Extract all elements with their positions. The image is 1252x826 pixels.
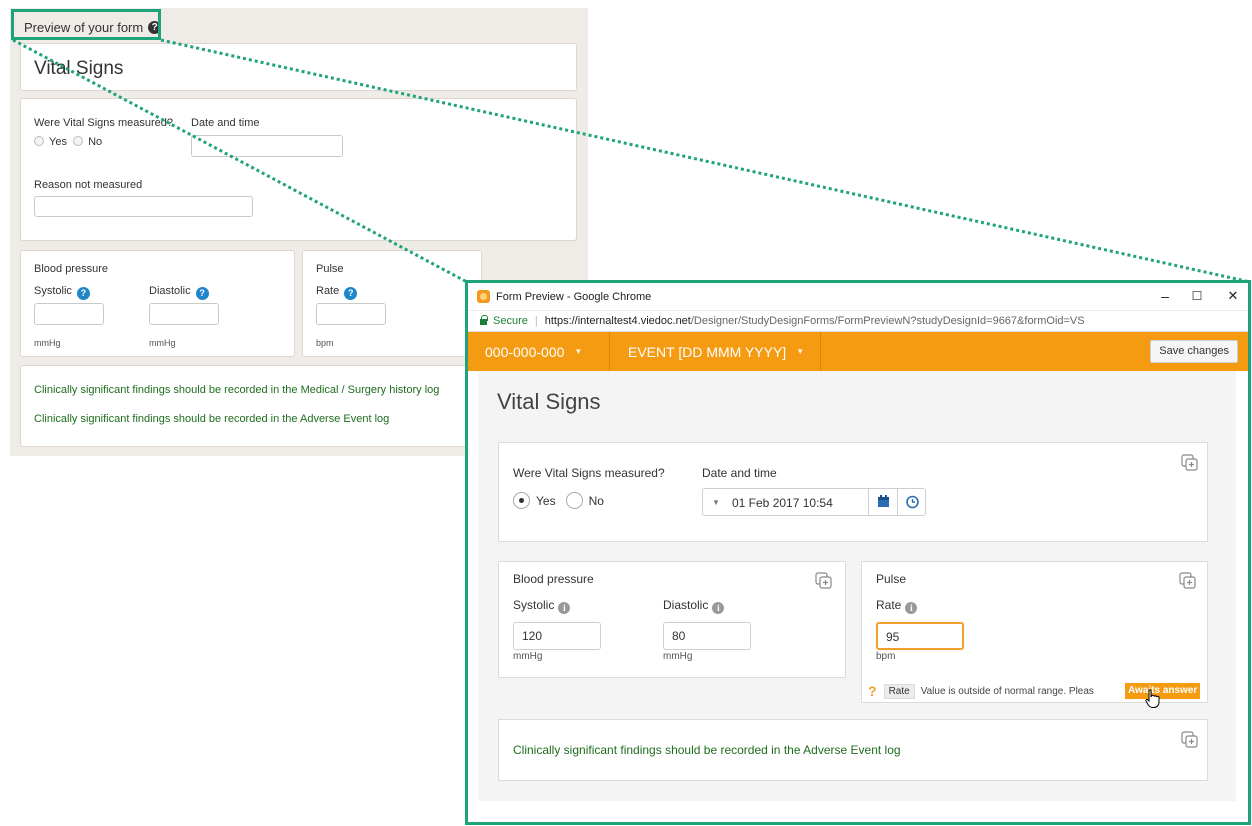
systolic-unit: mmHg — [513, 651, 543, 662]
help-icon[interactable]: ? — [344, 287, 358, 300]
date-time-input[interactable] — [191, 135, 343, 157]
subject-id: 000-000-000 — [485, 343, 565, 360]
diastolic-text: Diastolic — [663, 598, 709, 612]
window-title: Form Preview - Google Chrome — [496, 290, 652, 303]
minimize-icon[interactable]: – — [1150, 286, 1180, 306]
hand-cursor-icon — [1145, 689, 1160, 708]
systolic-unit: mmHg — [34, 338, 61, 348]
systolic-input[interactable] — [34, 303, 104, 325]
rate-unit: bpm — [876, 651, 896, 662]
measured-options: Yes No — [34, 136, 102, 148]
awaits-answer-badge[interactable]: Awaits answer — [1125, 683, 1201, 699]
window-titlebar: Form Preview - Google Chrome – ☐ ✕ — [468, 283, 1248, 310]
bp-label: Blood pressure — [34, 263, 108, 275]
date-time-label: Date and time — [702, 466, 777, 480]
calendar-icon[interactable] — [868, 489, 897, 515]
rate-label: Rate i — [876, 598, 918, 614]
measured-question: Were Vital Signs measured? — [513, 466, 665, 480]
rate-text: Rate — [316, 285, 340, 297]
yes-radio[interactable] — [34, 136, 44, 146]
event-toolbar: 000-000-000 ▼ EVENT [DD MMM YYYY] ▼ Save… — [468, 332, 1248, 371]
help-icon[interactable]: ? — [76, 287, 90, 300]
note-adverse: Clinically significant findings should b… — [34, 413, 390, 425]
info-icon[interactable]: i — [712, 602, 725, 614]
diastolic-unit: mmHg — [663, 651, 693, 662]
systolic-text: Systolic — [34, 285, 72, 297]
address-bar[interactable]: Secure | https://internaltest4.viedoc.ne… — [468, 310, 1248, 332]
systolic-label: Systolic i — [513, 598, 571, 614]
form-title: Vital Signs — [34, 58, 124, 79]
note-adverse: Clinically significant findings should b… — [513, 743, 901, 757]
rate-label: Rate? — [316, 285, 358, 300]
callout-highlight — [11, 9, 161, 40]
systolic-label: Systolic? — [34, 285, 90, 300]
info-icon[interactable]: i — [905, 602, 918, 614]
systolic-text: Systolic — [513, 598, 555, 612]
query-text: Value is outside of normal range. Pleas — [920, 685, 1094, 697]
form-preview-window: Form Preview - Google Chrome – ☐ ✕ Secur… — [465, 280, 1251, 825]
rate-input[interactable] — [316, 303, 386, 325]
yes-radio[interactable] — [513, 492, 530, 509]
copy-icon[interactable] — [815, 572, 832, 589]
content-footer — [478, 801, 1236, 821]
caret-down-icon: ▼ — [796, 347, 805, 356]
query-field-tag: Rate — [883, 683, 915, 699]
rate-input[interactable]: 95 — [876, 622, 964, 650]
reason-label: Reason not measured — [34, 179, 143, 191]
caret-down-icon[interactable]: ▼ — [712, 489, 720, 517]
save-changes-button[interactable]: Save changes — [1150, 340, 1238, 363]
event-label: EVENT [DD MMM YYYY] — [628, 343, 787, 360]
copy-icon[interactable] — [1181, 454, 1198, 471]
measured-question: Were Vital Signs measured? — [34, 117, 173, 129]
diastolic-label: Diastolic i — [663, 598, 725, 614]
chrome-app-icon — [477, 290, 490, 303]
copy-icon[interactable] — [1181, 731, 1198, 748]
subject-dropdown[interactable]: 000-000-000 ▼ — [485, 332, 582, 371]
date-time-picker[interactable]: ▼ 01 Feb 2017 10:54 — [702, 488, 926, 516]
yes-label: Yes — [49, 136, 67, 148]
systolic-input[interactable]: 120 — [513, 622, 601, 650]
form-title: Vital Signs — [497, 389, 601, 414]
pulse-label: Pulse — [316, 263, 344, 275]
note-medical: Clinically significant findings should b… — [34, 384, 440, 396]
reason-input[interactable] — [34, 196, 253, 217]
lock-icon — [480, 315, 488, 325]
diastolic-input[interactable]: 80 — [663, 622, 751, 650]
secure-label: Secure — [493, 315, 528, 327]
no-radio[interactable] — [565, 492, 583, 509]
bp-label: Blood pressure — [513, 572, 594, 586]
address-separator: | — [534, 315, 538, 327]
copy-icon[interactable] — [1179, 572, 1196, 589]
query-row[interactable]: ? Rate Value is outside of normal range.… — [868, 681, 1094, 701]
measured-options: Yes No — [513, 492, 604, 509]
info-icon[interactable]: i — [558, 602, 571, 614]
diastolic-label: Diastolic? — [149, 285, 209, 300]
date-time-value: 01 Feb 2017 10:54 — [732, 496, 833, 510]
toolbar-divider — [609, 332, 610, 371]
close-icon[interactable]: ✕ — [1218, 286, 1248, 306]
url-path: /Designer/StudyDesignForms/FormPreviewN?… — [690, 315, 1085, 327]
diastolic-unit: mmHg — [149, 338, 176, 348]
no-label: No — [588, 494, 604, 508]
date-time-label: Date and time — [191, 117, 260, 129]
url-host: https://internaltest4.viedoc.net — [544, 315, 691, 327]
no-label: No — [88, 136, 103, 148]
help-icon[interactable]: ? — [195, 287, 209, 300]
query-question-icon: ? — [868, 683, 877, 699]
diastolic-input[interactable] — [149, 303, 219, 325]
scrollbar-track[interactable] — [1236, 371, 1248, 821]
rate-unit: bpm — [316, 338, 334, 348]
clock-icon[interactable] — [897, 489, 926, 515]
yes-label: Yes — [536, 494, 556, 508]
pulse-label: Pulse — [876, 572, 907, 586]
toolbar-divider — [820, 332, 821, 371]
no-radio[interactable] — [73, 136, 84, 146]
caret-down-icon: ▼ — [574, 347, 583, 356]
maximize-icon[interactable]: ☐ — [1182, 286, 1212, 306]
rate-text: Rate — [876, 598, 902, 612]
diastolic-text: Diastolic — [149, 285, 191, 297]
event-dropdown[interactable]: EVENT [DD MMM YYYY] ▼ — [628, 332, 804, 371]
